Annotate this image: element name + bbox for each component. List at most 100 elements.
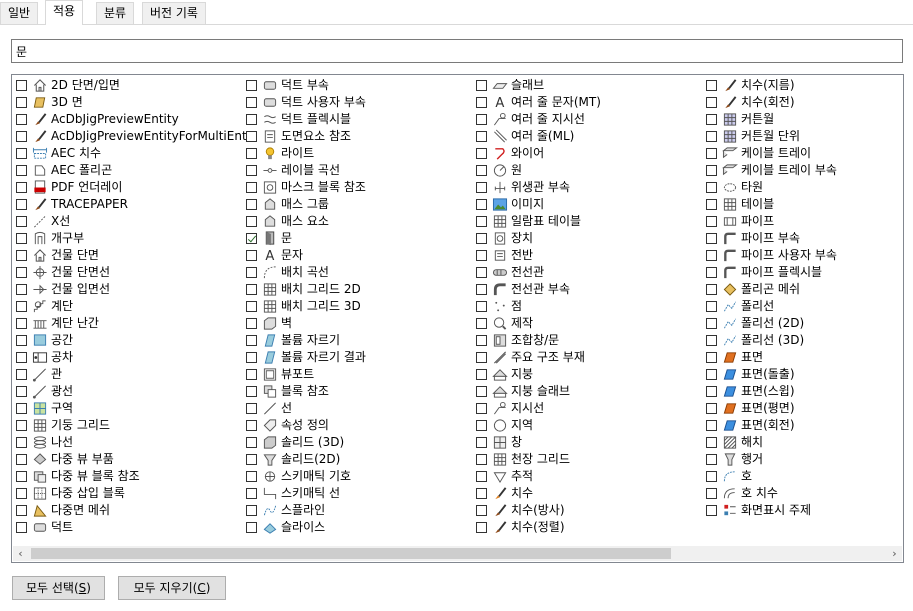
list-item[interactable]: 추적	[472, 468, 697, 485]
item-checkbox[interactable]	[706, 386, 717, 397]
item-checkbox[interactable]	[476, 267, 487, 278]
item-checkbox[interactable]	[16, 437, 27, 448]
list-item[interactable]: 전선관	[472, 264, 697, 281]
item-checkbox[interactable]	[476, 352, 487, 363]
list-item[interactable]: 이미지	[472, 196, 697, 213]
item-checkbox[interactable]	[246, 284, 257, 295]
item-checkbox[interactable]	[246, 403, 257, 414]
list-item[interactable]: 도면요소 참조	[242, 128, 467, 145]
item-checkbox[interactable]	[16, 250, 27, 261]
item-checkbox[interactable]	[476, 250, 487, 261]
item-checkbox[interactable]	[706, 284, 717, 295]
list-item[interactable]: 개구부	[12, 230, 237, 247]
list-item[interactable]: 테이블	[702, 196, 903, 213]
item-checkbox[interactable]	[476, 437, 487, 448]
item-checkbox[interactable]	[16, 420, 27, 431]
list-item[interactable]: 다중 뷰 블록 참조	[12, 468, 237, 485]
list-item[interactable]: 선	[242, 400, 467, 417]
list-item[interactable]: 위생관 부속	[472, 179, 697, 196]
item-checkbox[interactable]	[706, 131, 717, 142]
list-item[interactable]: X선	[12, 213, 237, 230]
list-item[interactable]: 타원	[702, 179, 903, 196]
scrollbar-thumb[interactable]	[31, 548, 671, 559]
item-checkbox[interactable]	[706, 182, 717, 193]
list-item[interactable]: 다중면 메쉬	[12, 502, 237, 519]
item-checkbox[interactable]	[16, 454, 27, 465]
item-checkbox[interactable]	[476, 80, 487, 91]
list-item[interactable]: PDF 언더레이	[12, 179, 237, 196]
list-item[interactable]: 창	[472, 434, 697, 451]
list-item[interactable]: 호 치수	[702, 485, 903, 502]
list-item[interactable]: 치수(정렬)	[472, 519, 697, 536]
list-item[interactable]: A 여러 줄 문자(MT)	[472, 94, 697, 111]
scroll-left-arrow-icon[interactable]: ‹	[13, 546, 28, 561]
list-item[interactable]: 볼륨 자르기	[242, 332, 467, 349]
item-checkbox[interactable]	[706, 352, 717, 363]
list-item[interactable]: 블록 참조	[242, 383, 467, 400]
item-checkbox[interactable]	[16, 267, 27, 278]
item-checkbox[interactable]	[16, 284, 27, 295]
item-checkbox[interactable]	[16, 522, 27, 533]
list-item[interactable]: 화면표시 주제	[702, 502, 903, 519]
item-checkbox[interactable]	[16, 301, 27, 312]
clear-all-button[interactable]: 모두 지우기(C)	[118, 576, 226, 600]
filter-input[interactable]	[11, 39, 903, 63]
list-item[interactable]: 전반	[472, 247, 697, 264]
list-item[interactable]: 표면(회전)	[702, 417, 903, 434]
list-item[interactable]: 스키매틱 기호	[242, 468, 467, 485]
list-item[interactable]: 여러 줄(ML)	[472, 128, 697, 145]
list-item[interactable]: 치수(방사)	[472, 502, 697, 519]
list-item[interactable]: 파이프 부속	[702, 230, 903, 247]
item-checkbox[interactable]	[476, 471, 487, 482]
item-checkbox[interactable]	[246, 335, 257, 346]
list-item[interactable]: 3D 면	[12, 94, 237, 111]
item-checkbox[interactable]	[476, 216, 487, 227]
list-item[interactable]: 주요 구조 부재	[472, 349, 697, 366]
item-checkbox[interactable]	[706, 318, 717, 329]
list-item[interactable]: 레이블 곡선	[242, 162, 467, 179]
list-item[interactable]: 표면	[702, 349, 903, 366]
item-checkbox[interactable]	[246, 454, 257, 465]
list-item[interactable]: 제작	[472, 315, 697, 332]
list-item[interactable]: 전선관 부속	[472, 281, 697, 298]
list-item[interactable]: 폴리곤 메쉬	[702, 281, 903, 298]
list-item[interactable]: AEC 폴리곤	[12, 162, 237, 179]
item-checkbox[interactable]	[246, 80, 257, 91]
item-checkbox[interactable]	[706, 488, 717, 499]
list-item[interactable]: 배치 그리드 3D	[242, 298, 467, 315]
list-item[interactable]: 파이프	[702, 213, 903, 230]
list-item[interactable]: 호	[702, 468, 903, 485]
item-checkbox[interactable]	[706, 216, 717, 227]
list-item[interactable]: 구역	[12, 400, 237, 417]
list-item[interactable]: 덕트	[12, 519, 237, 536]
item-checkbox[interactable]	[16, 335, 27, 346]
list-item[interactable]: 매스 그룹	[242, 196, 467, 213]
list-item[interactable]: 건물 입면선	[12, 281, 237, 298]
item-checkbox[interactable]	[476, 233, 487, 244]
list-item[interactable]: 일람표 테이블	[472, 213, 697, 230]
scroll-right-arrow-icon[interactable]: ›	[887, 546, 902, 561]
item-checkbox[interactable]	[16, 165, 27, 176]
list-item[interactable]: 와이어	[472, 145, 697, 162]
item-checkbox[interactable]	[706, 335, 717, 346]
list-item[interactable]: 솔리드(2D)	[242, 451, 467, 468]
list-item[interactable]: 속성 정의	[242, 417, 467, 434]
item-checkbox[interactable]	[16, 114, 27, 125]
list-item[interactable]: 스키매틱 선	[242, 485, 467, 502]
item-checkbox[interactable]	[476, 199, 487, 210]
item-checkbox[interactable]	[476, 386, 487, 397]
list-item[interactable]: TRACEPAPER	[12, 196, 237, 213]
list-item[interactable]: 슬래브	[472, 77, 697, 94]
list-item[interactable]: 해치	[702, 434, 903, 451]
list-item[interactable]: 점	[472, 298, 697, 315]
item-checkbox[interactable]	[16, 131, 27, 142]
item-checkbox[interactable]	[246, 233, 257, 244]
list-item[interactable]: 행거	[702, 451, 903, 468]
item-checkbox[interactable]	[706, 437, 717, 448]
list-item[interactable]: 지시선	[472, 400, 697, 417]
list-item[interactable]: 관	[12, 366, 237, 383]
item-checkbox[interactable]	[476, 301, 487, 312]
item-checkbox[interactable]	[476, 318, 487, 329]
item-checkbox[interactable]	[246, 369, 257, 380]
item-checkbox[interactable]	[476, 114, 487, 125]
